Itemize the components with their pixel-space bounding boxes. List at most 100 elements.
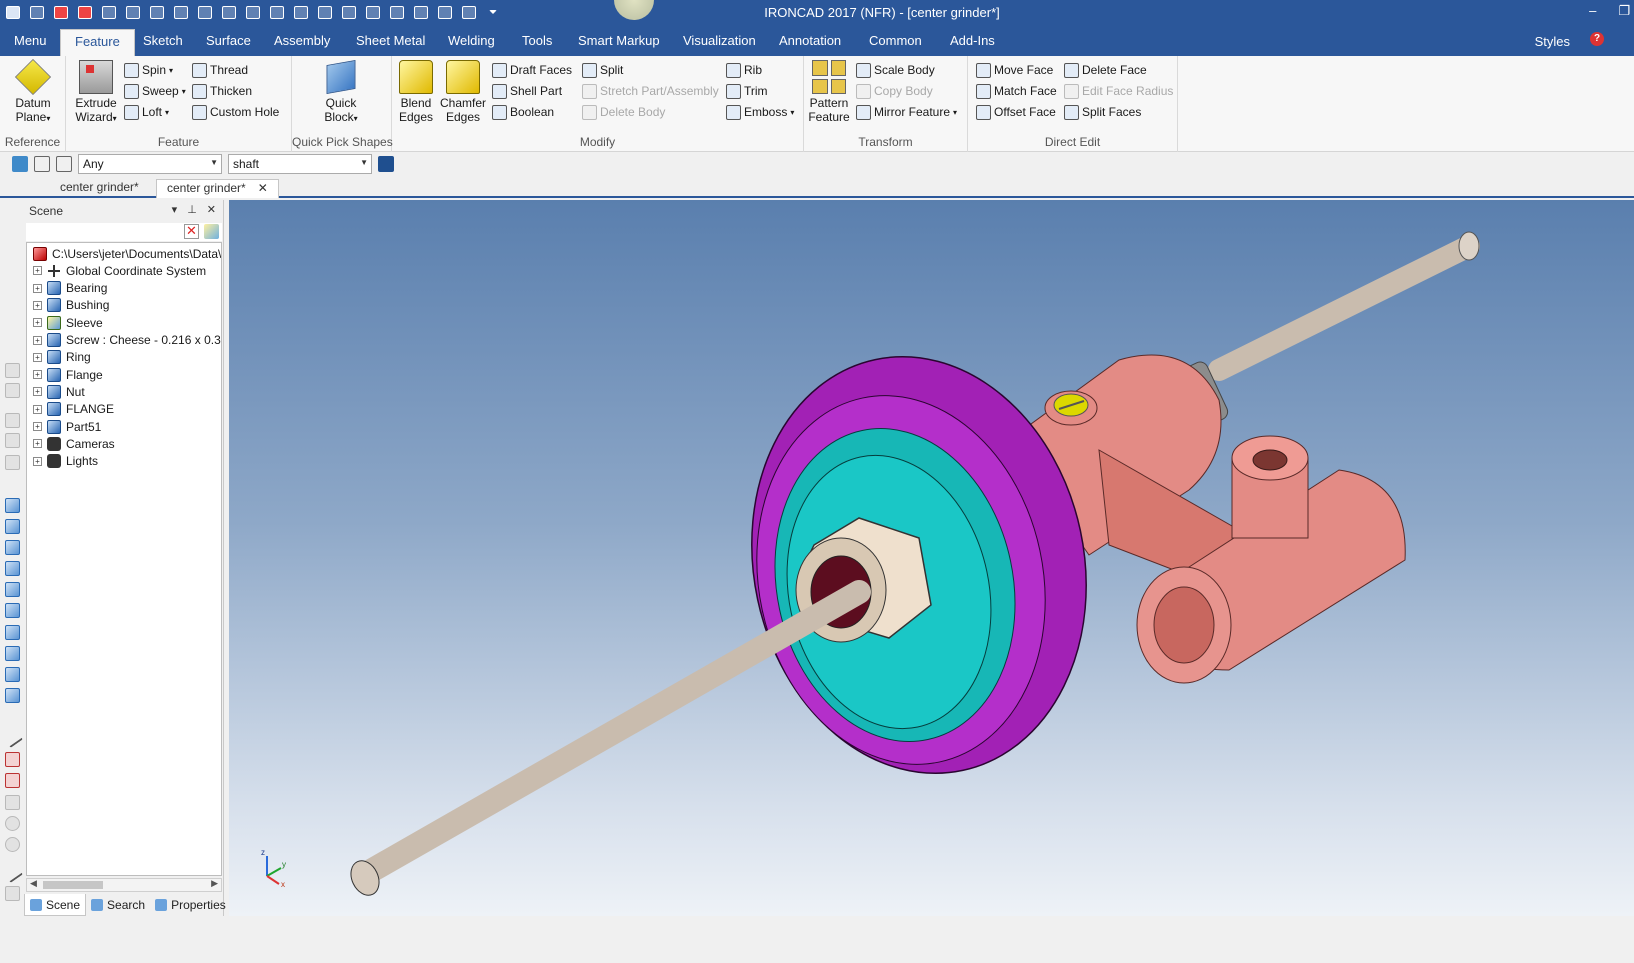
sketch-icon[interactable]	[2, 862, 23, 883]
panel-tab-search[interactable]: Search	[86, 894, 150, 916]
delete-body-button[interactable]: Delete Body	[582, 103, 665, 121]
tree-item[interactable]: + Flange	[27, 366, 103, 383]
hierarchy-icon[interactable]	[378, 156, 394, 172]
shell-part-button[interactable]: Shell Part	[492, 82, 562, 100]
doc-tab[interactable]: center grinder*	[50, 179, 149, 198]
scrollbar-thumb[interactable]	[43, 881, 103, 889]
stretch-part-assembly-button[interactable]: Stretch Part/Assembly	[582, 82, 719, 100]
render-mode-icon[interactable]	[5, 625, 20, 640]
tab-feature[interactable]: Feature	[60, 29, 135, 56]
sweep-button[interactable]: Sweep ▾	[124, 82, 186, 100]
tab-sheet-metal[interactable]: Sheet Metal	[356, 33, 425, 48]
trim-button[interactable]: Trim	[726, 82, 768, 100]
match-face-button[interactable]: Match Face	[976, 82, 1057, 100]
3d-viewport[interactable]: z y x	[229, 200, 1634, 916]
mirror-feature-button[interactable]: Mirror Feature ▾	[856, 103, 957, 121]
chamfer-edges-button[interactable]: Chamfer Edges	[438, 60, 488, 124]
tab-welding[interactable]: Welding	[448, 33, 495, 48]
no-entry-icon[interactable]	[5, 837, 20, 852]
pattern-feature-button[interactable]: Pattern Feature	[808, 60, 850, 124]
render-mode-icon[interactable]	[5, 688, 20, 703]
panel-tab-properties[interactable]: Properties	[150, 894, 231, 916]
measure-icon[interactable]	[2, 727, 23, 748]
camera-target-icon[interactable]	[5, 773, 20, 788]
tab-tools[interactable]: Tools	[522, 33, 552, 48]
clear-filter-icon[interactable]: ✕	[184, 224, 199, 239]
shaft-rear[interactable]	[1208, 235, 1480, 381]
copy-body-button[interactable]: Copy Body	[856, 82, 933, 100]
expand-icon[interactable]: +	[33, 439, 42, 449]
selection-filter-select[interactable]: Any ▼	[78, 154, 222, 174]
split-button[interactable]: Split	[582, 61, 623, 79]
tab-surface[interactable]: Surface	[206, 33, 251, 48]
dimension-icon[interactable]	[5, 886, 20, 901]
filter-select-icon[interactable]	[56, 156, 72, 172]
view-tool-icon[interactable]	[5, 455, 20, 470]
emboss-button[interactable]: Emboss ▾	[726, 103, 794, 121]
expand-icon[interactable]: +	[33, 370, 42, 380]
move-face-button[interactable]: Move Face	[976, 61, 1053, 79]
angle-icon[interactable]	[5, 795, 20, 810]
spin-button[interactable]: Spin ▾	[124, 61, 173, 79]
expand-icon[interactable]: +	[33, 456, 42, 466]
view-bottom-icon[interactable]	[5, 603, 20, 618]
tree-item[interactable]: + Ring	[27, 349, 91, 366]
minimize-button[interactable]: –	[1589, 3, 1596, 19]
panel-menu-icon[interactable]: ▾	[172, 203, 178, 216]
rotate-icon[interactable]	[5, 816, 20, 831]
render-mode-icon[interactable]	[5, 646, 20, 661]
tree-item[interactable]: + Screw : Cheese - 0.216 x 0.375	[27, 332, 221, 349]
tab-assembly[interactable]: Assembly	[274, 33, 330, 48]
close-tab-icon[interactable]: ✕	[258, 181, 268, 195]
expand-icon[interactable]: +	[33, 283, 42, 293]
tree-item[interactable]: + Sleeve	[27, 314, 103, 331]
tree-item[interactable]: + Cameras	[27, 435, 115, 452]
quick-block-button[interactable]: Quick Block▾	[318, 60, 364, 126]
split-faces-button[interactable]: Split Faces	[1064, 103, 1141, 121]
scroll-right-icon[interactable]: ▶	[211, 878, 218, 889]
tree-item[interactable]: + Global Coordinate System	[27, 262, 206, 279]
object-name-field[interactable]: shaft ▼	[228, 154, 372, 174]
tree-item[interactable]: + Part51	[27, 418, 101, 435]
doc-tab-active[interactable]: center grinder* ✕	[156, 179, 279, 198]
extrude-wizard-button[interactable]: Extrude Wizard▾	[72, 60, 120, 126]
tab-add-ins[interactable]: Add-Ins	[950, 33, 995, 48]
pointer-icon[interactable]	[34, 156, 50, 172]
view-tool-icon[interactable]	[5, 363, 20, 378]
tab-smart-markup[interactable]: Smart Markup	[578, 33, 660, 48]
expand-icon[interactable]: +	[33, 266, 42, 276]
tab-annotation[interactable]: Annotation	[779, 33, 841, 48]
blend-edges-button[interactable]: Blend Edges	[396, 60, 436, 124]
tab-sketch[interactable]: Sketch	[143, 33, 183, 48]
tab-common[interactable]: Common	[869, 33, 922, 48]
draft-faces-button[interactable]: Draft Faces	[492, 61, 572, 79]
view-tool-icon[interactable]	[5, 413, 20, 428]
view-right-icon[interactable]	[5, 561, 20, 576]
expand-icon[interactable]: +	[33, 422, 42, 431]
view-back-icon[interactable]	[5, 519, 20, 534]
close-panel-icon[interactable]: ✕	[207, 203, 216, 216]
scale-body-button[interactable]: Scale Body	[856, 61, 935, 79]
pin-icon[interactable]: ⊥	[187, 203, 197, 216]
panel-tab-scene[interactable]: Scene	[24, 894, 87, 916]
custom-hole-button[interactable]: Custom Hole	[192, 103, 279, 121]
view-tool-icon[interactable]	[5, 433, 20, 448]
help-icon[interactable]: ?	[1590, 32, 1604, 46]
thicken-button[interactable]: Thicken	[192, 82, 252, 100]
tree-item[interactable]: + Lights	[27, 453, 98, 470]
thread-button[interactable]: Thread	[192, 61, 248, 79]
expand-icon[interactable]: +	[33, 387, 42, 397]
tree-item[interactable]: + Bushing	[27, 297, 109, 314]
tree-item[interactable]: + Bearing	[27, 280, 107, 297]
filter-options-icon[interactable]	[204, 224, 219, 239]
offset-face-button[interactable]: Offset Face	[976, 103, 1056, 121]
scroll-left-icon[interactable]: ◀	[30, 878, 37, 889]
render-mode-icon[interactable]	[5, 667, 20, 682]
restore-button[interactable]: ❐	[1618, 3, 1630, 19]
tab-visualization[interactable]: Visualization	[683, 33, 756, 48]
select-mode-icon[interactable]	[12, 156, 28, 172]
tab-menu[interactable]: Menu	[14, 33, 47, 48]
styles-menu[interactable]: Styles	[1535, 34, 1570, 49]
tree-item[interactable]: C:\Users\jeter\Documents\Data\2	[27, 245, 221, 262]
expand-icon[interactable]: +	[33, 352, 42, 362]
